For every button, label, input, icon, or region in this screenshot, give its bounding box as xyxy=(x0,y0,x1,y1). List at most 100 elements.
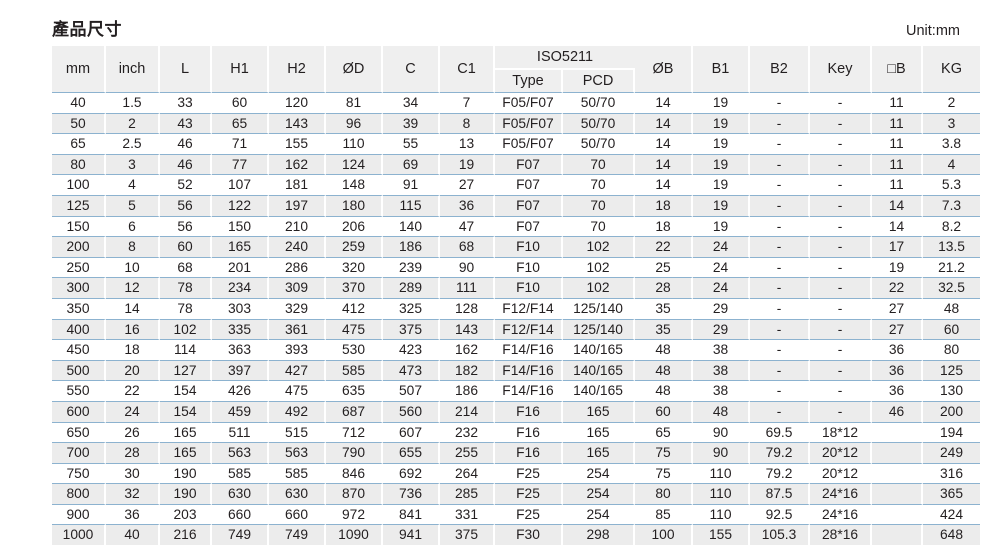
cell-b2: - xyxy=(750,318,811,340)
cell-kg: 130 xyxy=(923,380,981,401)
cell-sqb: 11 xyxy=(872,153,924,175)
cell-l: 114 xyxy=(160,339,212,360)
column-header-b2: B2 xyxy=(750,46,811,92)
cell-od: 412 xyxy=(326,297,383,319)
cell-b1: 24 xyxy=(693,256,751,278)
cell-key: 28*16 xyxy=(810,524,873,546)
cell-type: F10 xyxy=(495,277,563,298)
cell-h2: 197 xyxy=(269,194,326,216)
cell-kg: 21.2 xyxy=(923,256,981,278)
cell-b1: 19 xyxy=(693,194,751,216)
cell-type: F25 xyxy=(495,503,563,525)
cell-key: - xyxy=(810,236,873,257)
cell-l: 102 xyxy=(160,318,212,340)
cell-c: 39 xyxy=(383,112,440,134)
cell-l: 46 xyxy=(160,133,212,154)
cell-ob: 14 xyxy=(635,112,694,134)
cell-h2: 427 xyxy=(269,359,326,381)
cell-ob: 14 xyxy=(635,153,694,175)
cell-key: - xyxy=(810,359,873,381)
cell-key: - xyxy=(810,297,873,319)
cell-b2: - xyxy=(750,297,811,319)
cell-b1: 29 xyxy=(693,297,751,319)
cell-h1: 397 xyxy=(212,359,269,381)
cell-c1: 90 xyxy=(440,256,495,278)
cell-b2: - xyxy=(750,277,811,298)
cell-l: 165 xyxy=(160,442,212,463)
cell-ob: 14 xyxy=(635,92,694,113)
cell-type: F07 xyxy=(495,194,563,216)
cell-kg: 5.3 xyxy=(923,174,981,195)
cell-c: 736 xyxy=(383,483,440,504)
table-row: 200 8 60 165 240 259 186 68 F10 102 22 24- -17 13.5 xyxy=(52,236,981,257)
cell-b2: 79.2 xyxy=(750,462,811,484)
cell-kg: 125 xyxy=(923,359,981,381)
cell-type: F10 xyxy=(495,256,563,278)
column-header-inch: inch xyxy=(106,46,160,92)
cell-inch: 36 xyxy=(106,503,160,525)
cell-c: 91 xyxy=(383,174,440,195)
table-row: 450 18 114 363 393 530 423 162 F14/F16 140/165 48 3… xyxy=(52,339,981,360)
cell-l: 78 xyxy=(160,277,212,298)
cell-b2: 79.2 xyxy=(750,442,811,463)
cell-sqb: 11 xyxy=(872,174,924,195)
cell-ob: 48 xyxy=(635,359,694,381)
cell-inch: 20 xyxy=(106,359,160,381)
table-row: 500 20 127 397 427 585 473 182 F14/F16 140/165 48 3… xyxy=(52,359,981,381)
cell-sqb: 22 xyxy=(872,277,924,298)
cell-l: 127 xyxy=(160,359,212,381)
cell-h2: 630 xyxy=(269,483,326,504)
cell-sqb: 14 xyxy=(872,215,924,237)
cell-c: 69 xyxy=(383,153,440,175)
cell-h2: 162 xyxy=(269,153,326,175)
cell-kg: 4 xyxy=(923,153,981,175)
cell-mm: 750 xyxy=(52,462,106,484)
cell-b1: 38 xyxy=(693,359,751,381)
cell-h1: 363 xyxy=(212,339,269,360)
cell-pcd: 50/70 xyxy=(563,133,636,154)
cell-c: 560 xyxy=(383,400,440,422)
cell-od: 370 xyxy=(326,277,383,298)
cell-ob: 18 xyxy=(635,215,694,237)
cell-mm: 600 xyxy=(52,400,106,422)
cell-l: 33 xyxy=(160,92,212,113)
cell-pcd: 50/70 xyxy=(563,92,636,113)
cell-key: 20*12 xyxy=(810,442,873,463)
cell-c1: 128 xyxy=(440,297,495,319)
column-header-pcd: PCD xyxy=(563,70,636,92)
cell-b1: 24 xyxy=(693,277,751,298)
column-header-h2: H2 xyxy=(269,46,326,92)
cell-inch: 30 xyxy=(106,462,160,484)
cell-type: F14/F16 xyxy=(495,380,563,401)
cell-b1: 24 xyxy=(693,236,751,257)
cell-key: - xyxy=(810,92,873,113)
table-row: 550 22 154 426 475 635 507 186 F14/F16 140/165 48 3… xyxy=(52,380,981,401)
cell-type: F07 xyxy=(495,174,563,195)
cell-kg: 3.8 xyxy=(923,133,981,154)
cell-kg: 194 xyxy=(923,421,981,443)
cell-type: F16 xyxy=(495,421,563,443)
cell-sqb xyxy=(872,503,924,525)
cell-mm: 100 xyxy=(52,174,106,195)
cell-l: 78 xyxy=(160,297,212,319)
column-header-square-b: □B xyxy=(872,46,924,92)
table-row: 50 2 43 65 143 96 39 8 F05/F07 50/70 14 19- -11 3 xyxy=(52,112,981,134)
cell-inch: 1.5 xyxy=(106,92,160,113)
cell-b2: 105.3 xyxy=(750,524,811,546)
cell-sqb: 14 xyxy=(872,194,924,216)
column-header-c: C xyxy=(383,46,440,92)
cell-inch: 40 xyxy=(106,524,160,546)
cell-pcd: 102 xyxy=(563,256,636,278)
cell-key: 20*12 xyxy=(810,462,873,484)
cell-kg: 2 xyxy=(923,92,981,113)
cell-b2: - xyxy=(750,194,811,216)
cell-pcd: 165 xyxy=(563,400,636,422)
cell-mm: 800 xyxy=(52,483,106,504)
cell-inch: 3 xyxy=(106,153,160,175)
cell-c: 375 xyxy=(383,318,440,340)
cell-l: 46 xyxy=(160,153,212,175)
specification-table-container: mm inch L H1 H2 ØD C C1 ISO5211 ØB B1 B2… xyxy=(52,46,981,546)
cell-mm: 150 xyxy=(52,215,106,237)
cell-b1: 19 xyxy=(693,92,751,113)
cell-h1: 122 xyxy=(212,194,269,216)
